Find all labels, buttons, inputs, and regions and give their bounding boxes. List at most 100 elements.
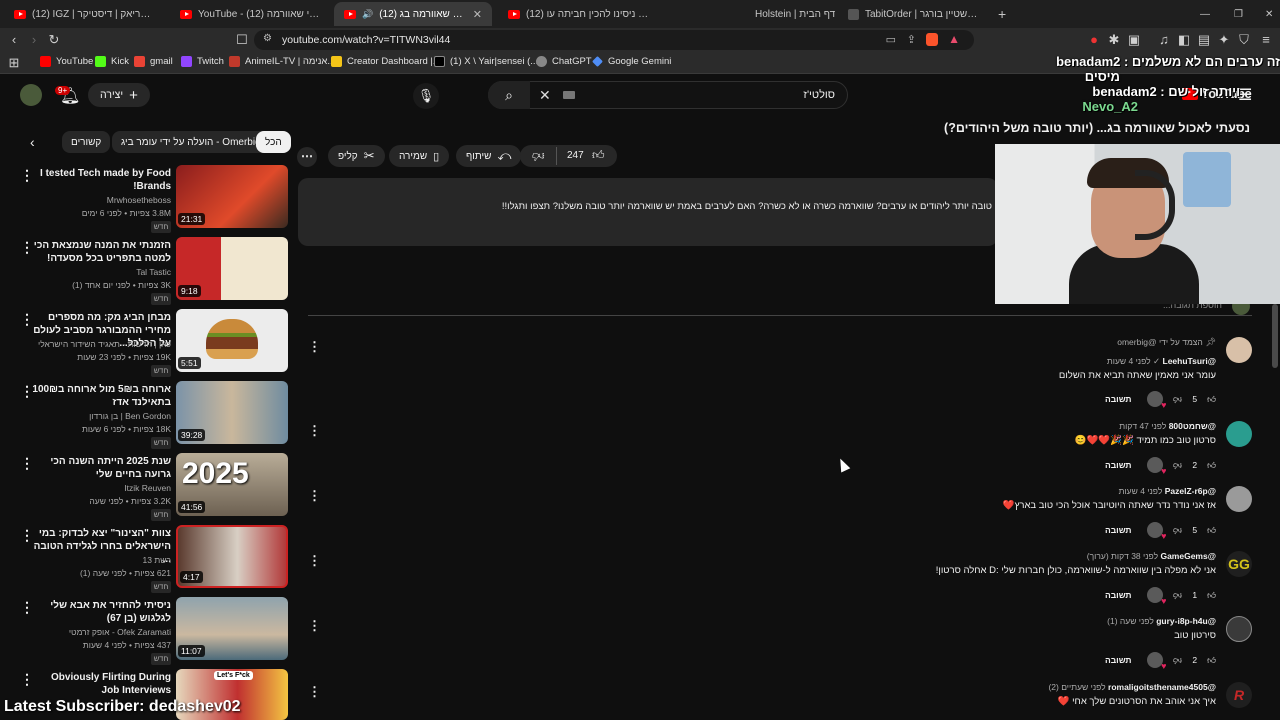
search-icon[interactable]: ⌕ bbox=[488, 81, 530, 109]
avatar[interactable] bbox=[1226, 616, 1252, 642]
list-item[interactable]: ⋮ 21:31 I tested Tech made by Food Brand… bbox=[0, 165, 295, 233]
comment-author[interactable]: @gury-i8p-h4u bbox=[1156, 616, 1216, 626]
address-bar[interactable]: ⚙ youtube.com/watch?v=TITWN3vil44 ▭ ⇪ ▲ bbox=[254, 30, 974, 50]
more-actions-icon[interactable]: ⋯ bbox=[297, 147, 317, 167]
dislike-icon[interactable]: 👍︎ bbox=[1173, 525, 1182, 536]
close-window-icon[interactable]: ✕ bbox=[1255, 2, 1275, 26]
reload-icon[interactable]: ↻ bbox=[46, 32, 62, 48]
avatar[interactable] bbox=[20, 84, 42, 106]
close-tab-icon[interactable]: ✕ bbox=[473, 8, 482, 21]
browser-tab[interactable]: TabitOrder | סוף עצמי הולשטיין בורגר bbox=[838, 2, 988, 26]
bookmark-gemini[interactable]: Google Gemini bbox=[592, 56, 671, 67]
reply-button[interactable]: תשובה bbox=[1105, 460, 1132, 470]
extensions-icon[interactable]: ✱ bbox=[1106, 32, 1122, 48]
list-item[interactable]: ⋮ 39:28 ארוחה ב5₪ מול ארוחה ב100₪ בתאילנ… bbox=[0, 381, 295, 449]
comment-author[interactable]: @PazelZ-r6p bbox=[1165, 486, 1216, 496]
comment-menu-icon[interactable]: ⋮ bbox=[308, 488, 321, 504]
comment-author[interactable]: @romaligoitsthename4505 bbox=[1108, 682, 1216, 692]
list-item[interactable]: ⋮ 5:51 מבחן הביג מק: מה מספרים מחירי ההמ… bbox=[0, 309, 295, 377]
cast-icon[interactable]: ▭ bbox=[886, 33, 896, 46]
site-info-icon[interactable]: ⚙ bbox=[263, 33, 272, 44]
channel-name[interactable]: Mrwhosetheboss bbox=[21, 195, 171, 205]
dislike-icon[interactable]: 👍︎ bbox=[1173, 655, 1182, 666]
bookmark-youtube[interactable]: YouTube bbox=[40, 56, 93, 67]
comment-time[interactable]: לפני 47 דקות bbox=[1119, 421, 1166, 431]
more-options-icon[interactable]: ⋮ bbox=[20, 311, 34, 328]
video-thumbnail[interactable]: 39:28 bbox=[176, 381, 288, 444]
browser-tab[interactable]: (12) IGZ | דיסטריאק | דיסטיקר - YouTube bbox=[4, 2, 164, 26]
comment-time[interactable]: לפני שעתיים (2) bbox=[1048, 682, 1105, 692]
like-icon[interactable]: 👍︎ bbox=[1207, 394, 1216, 405]
comment-menu-icon[interactable]: ⋮ bbox=[308, 339, 321, 355]
bookmark-animeil[interactable]: AnimeIL-TV | אנימה... bbox=[229, 56, 335, 67]
comment-author[interactable]: @שחמט800 bbox=[1169, 421, 1216, 431]
more-options-icon[interactable]: ⋮ bbox=[20, 239, 34, 256]
more-options-icon[interactable]: ⋮ bbox=[20, 167, 34, 184]
video-thumbnail[interactable]: 2025 41:56 bbox=[176, 453, 288, 516]
chevron-left-icon[interactable]: ‹ bbox=[30, 134, 35, 150]
video-thumbnail[interactable]: 4:17 bbox=[176, 525, 288, 588]
browser-tab[interactable]: YouTube - רונן גיני שאוורמה (12) bbox=[170, 2, 330, 26]
clear-search-icon[interactable]: ✕ bbox=[539, 87, 551, 104]
like-icon[interactable]: 👍︎ bbox=[1207, 525, 1216, 536]
comment-time[interactable]: לפני שעה (1) bbox=[1107, 616, 1154, 626]
bookmark-gmail[interactable]: gmail bbox=[134, 56, 173, 67]
record-icon[interactable]: ● bbox=[1086, 32, 1102, 48]
reply-button[interactable]: תשובה bbox=[1105, 394, 1132, 404]
dislike-icon[interactable]: 👍︎ bbox=[1173, 590, 1182, 601]
chip-related[interactable]: קשורים bbox=[62, 131, 111, 153]
video-title[interactable]: שנת 2025 הייתה השנה הכי גרועה בחיים שלי bbox=[31, 455, 171, 481]
list-item[interactable]: ⋮ 2025 41:56 שנת 2025 הייתה השנה הכי גרו… bbox=[0, 453, 295, 521]
wallet-icon[interactable]: ▤ bbox=[1196, 32, 1212, 48]
more-options-icon[interactable]: ⋮ bbox=[20, 527, 34, 544]
comment-author[interactable]: @LeehuTsuri bbox=[1163, 356, 1216, 366]
bookmark-x[interactable]: (1) X \ Yair|sensei (... bbox=[434, 56, 538, 67]
comment-menu-icon[interactable]: ⋮ bbox=[308, 423, 321, 439]
bookmark-kick[interactable]: Kick bbox=[95, 56, 129, 67]
maximize-icon[interactable]: ❐ bbox=[1224, 2, 1244, 26]
channel-name[interactable]: Itzik Reuven bbox=[21, 483, 171, 493]
search-input[interactable]: סולטי'ז bbox=[803, 89, 835, 101]
browser-tab-active[interactable]: 🔊 (12) נסעתי לאכול שאוורמה בג... ✕ bbox=[334, 2, 492, 26]
browser-tab[interactable]: Holstein | דף הבית bbox=[745, 2, 835, 26]
dislike-icon[interactable]: 👍︎ bbox=[532, 148, 545, 163]
comment-menu-icon[interactable]: ⋮ bbox=[308, 618, 321, 634]
avatar[interactable] bbox=[1226, 337, 1252, 363]
like-icon[interactable]: 👍︎ bbox=[592, 148, 605, 163]
comment-time[interactable]: לפני 38 דקות (ערוך) bbox=[1087, 551, 1158, 561]
like-icon[interactable]: 👍︎ bbox=[1207, 590, 1216, 601]
more-options-icon[interactable]: ⋮ bbox=[20, 455, 34, 472]
channel-name[interactable]: כאן | חדשות - תאגיד השידור הישראלי bbox=[21, 339, 171, 349]
video-title[interactable]: I tested Tech made by Food Brands! bbox=[31, 167, 171, 193]
list-item[interactable]: ⋮ 4:17 צוות "הצינור" יצא לבדוק: במי הישר… bbox=[0, 525, 295, 593]
keyboard-icon[interactable] bbox=[563, 91, 575, 99]
rewards-icon[interactable]: ▲ bbox=[948, 32, 960, 46]
menu-icon[interactable]: ≡ bbox=[1258, 32, 1274, 48]
share-page-icon[interactable]: ⇪ bbox=[907, 33, 916, 46]
dislike-icon[interactable]: 👍︎ bbox=[1173, 394, 1182, 405]
more-options-icon[interactable]: ⋮ bbox=[20, 599, 34, 616]
like-count[interactable]: 247 bbox=[567, 150, 584, 161]
share-button[interactable]: שיתוף ⤺ bbox=[456, 145, 522, 167]
comment-menu-icon[interactable]: ⋮ bbox=[308, 684, 321, 700]
sidebar-icon[interactable]: ◧ bbox=[1176, 32, 1192, 48]
minimize-icon[interactable]: — bbox=[1190, 2, 1210, 26]
new-tab-icon[interactable]: + bbox=[988, 2, 1008, 26]
video-title[interactable]: ניסיתי להחזיר את אבא שלי לגלגוש (בן 67) bbox=[31, 599, 171, 625]
list-item[interactable]: ⋮ 11:07 ניסיתי להחזיר את אבא שלי לגלגוש … bbox=[0, 597, 295, 665]
comment-time[interactable]: לפני 4 שעות bbox=[1107, 356, 1151, 366]
video-title[interactable]: ארוחה ב5₪ מול ארוחה ב100₪ בתאילנד אדז bbox=[31, 383, 171, 409]
more-options-icon[interactable]: ⋮ bbox=[20, 383, 34, 400]
video-thumbnail[interactable]: 21:31 bbox=[176, 165, 288, 228]
create-button[interactable]: יצירה + bbox=[88, 83, 150, 107]
bookmark-creator-dashboard[interactable]: Creator Dashboard |... bbox=[331, 56, 441, 67]
forward-icon[interactable]: › bbox=[26, 32, 42, 48]
channel-name[interactable]: Tal Tastic bbox=[21, 267, 171, 277]
avatar[interactable] bbox=[1226, 421, 1252, 447]
voice-search-icon[interactable]: 🎙︎ bbox=[413, 83, 439, 109]
apps-icon[interactable]: ⊞ bbox=[6, 55, 22, 71]
reply-button[interactable]: תשובה bbox=[1105, 525, 1132, 535]
comment-menu-icon[interactable]: ⋮ bbox=[308, 553, 321, 569]
screenshot-icon[interactable]: ▣ bbox=[1126, 32, 1142, 48]
video-title[interactable]: Obviously Flirting During Job Interviews bbox=[31, 671, 171, 697]
